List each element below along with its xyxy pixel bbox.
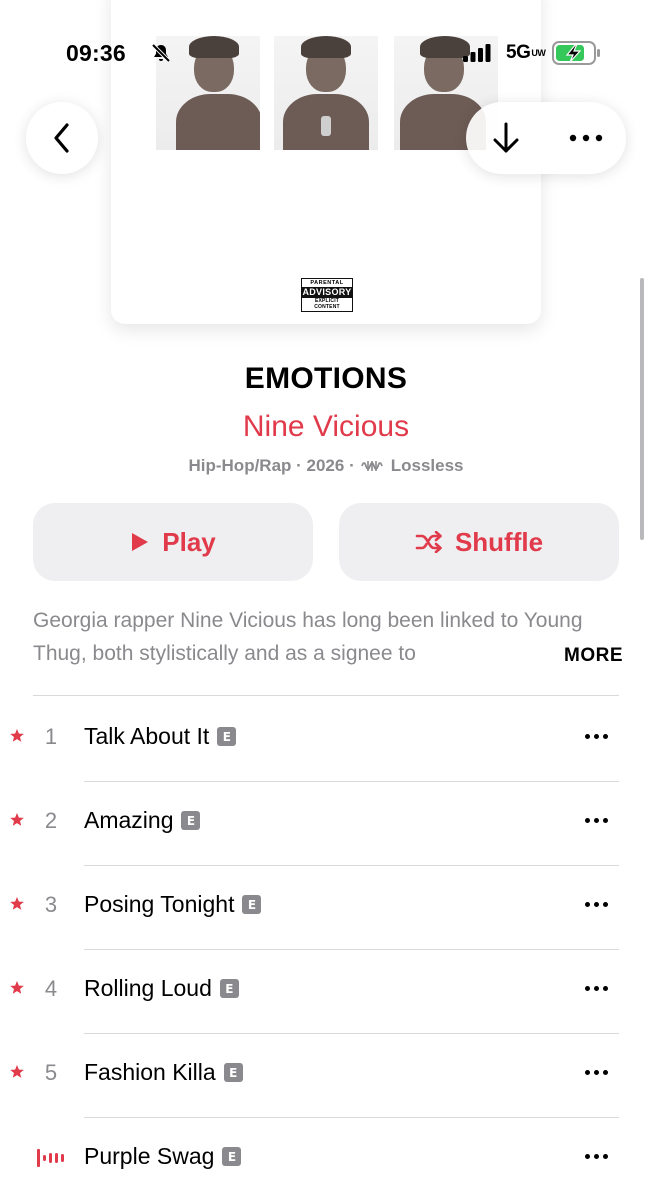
back-button[interactable] (26, 102, 98, 174)
battery-charging-icon (552, 41, 600, 65)
explicit-badge: E (217, 727, 237, 746)
silent-bell-icon (151, 43, 171, 63)
lossless-wave-icon (360, 461, 383, 471)
track-more-button[interactable] (578, 976, 614, 1000)
explicit-badge: E (223, 1063, 243, 1082)
album-actions-pill (466, 102, 626, 174)
more-link[interactable]: MORE (560, 639, 623, 672)
track-title: Talk About It (84, 723, 210, 749)
album-title: EMOTIONS (244, 362, 408, 395)
track-title: Rolling Loud (84, 975, 212, 1001)
track-number: 2 (44, 808, 58, 833)
download-arrow-icon (493, 122, 519, 153)
track-row[interactable]: 1 Talk About It E (0, 698, 652, 782)
status-time: 09:36 (66, 40, 126, 66)
track-number: 1 (44, 724, 58, 749)
track-title-group: Amazing E (84, 807, 201, 834)
signal-strength-icon (463, 44, 491, 62)
track-title: Amazing (84, 807, 174, 833)
explicit-badge: E (222, 1147, 242, 1166)
track-number: 4 (44, 976, 58, 1001)
genre-year: Hip-Hop/Rap · 2026 · (188, 456, 355, 475)
track-row[interactable]: 2 Amazing E (0, 782, 652, 866)
more-options-button[interactable] (546, 102, 626, 174)
play-label: Play (162, 526, 216, 557)
track-title-group: Posing Tonight E (84, 891, 262, 918)
track-number: 3 (44, 892, 58, 917)
parental-advisory-label: PARENTAL ADVISORY EXPLICIT CONTENT (301, 278, 353, 312)
status-bar: 09:36 5GUW (0, 0, 652, 100)
track-row[interactable]: 3 Posing Tonight E (0, 866, 652, 950)
play-icon (132, 533, 149, 551)
explicit-badge: E (181, 811, 201, 830)
track-more-button[interactable] (578, 1060, 614, 1084)
track-title-group: Fashion Killa E (84, 1059, 243, 1086)
section-divider (33, 695, 619, 696)
track-more-button[interactable] (578, 1144, 614, 1168)
track-title-group: Rolling Loud E (84, 975, 239, 1002)
explicit-badge: E (219, 979, 239, 998)
track-title: Purple Swag (84, 1143, 215, 1169)
track-title-group: Talk About It E (84, 723, 237, 750)
shuffle-button[interactable]: Shuffle (339, 503, 619, 581)
track-more-button[interactable] (578, 724, 614, 748)
network-type: 5GUW (506, 42, 546, 63)
ellipsis-icon (569, 134, 603, 142)
favorite-star-icon (10, 897, 24, 910)
favorite-star-icon (10, 1065, 24, 1078)
chevron-left-icon (54, 123, 69, 153)
track-row[interactable]: Purple Swag E (0, 1118, 652, 1200)
explicit-badge: E (242, 895, 262, 914)
track-row[interactable]: 4 Rolling Loud E (0, 950, 652, 1034)
track-more-button[interactable] (578, 892, 614, 916)
track-title: Fashion Killa (84, 1059, 216, 1085)
album-meta: Hip-Hop/Rap · 2026 · Lossless (0, 456, 652, 476)
track-title-group: Purple Swag E (84, 1143, 242, 1170)
track-title: Posing Tonight (84, 891, 235, 917)
favorite-star-icon (10, 813, 24, 826)
track-row[interactable]: 5 Fashion Killa E (0, 1034, 652, 1118)
album-description[interactable]: Georgia rapper Nine Vicious has long bee… (33, 604, 623, 674)
track-number: 5 (44, 1060, 58, 1085)
shuffle-label: Shuffle (454, 526, 544, 557)
shuffle-icon (415, 531, 442, 553)
track-more-button[interactable] (578, 808, 614, 832)
favorite-star-icon (10, 981, 24, 994)
play-button[interactable]: Play (33, 503, 313, 581)
scroll-indicator[interactable] (640, 278, 644, 540)
download-button[interactable] (466, 102, 546, 174)
quality-label: Lossless (390, 456, 464, 475)
now-playing-icon (37, 1149, 64, 1167)
artist-link[interactable]: Nine Vicious (0, 410, 652, 444)
favorite-star-icon (10, 729, 24, 742)
